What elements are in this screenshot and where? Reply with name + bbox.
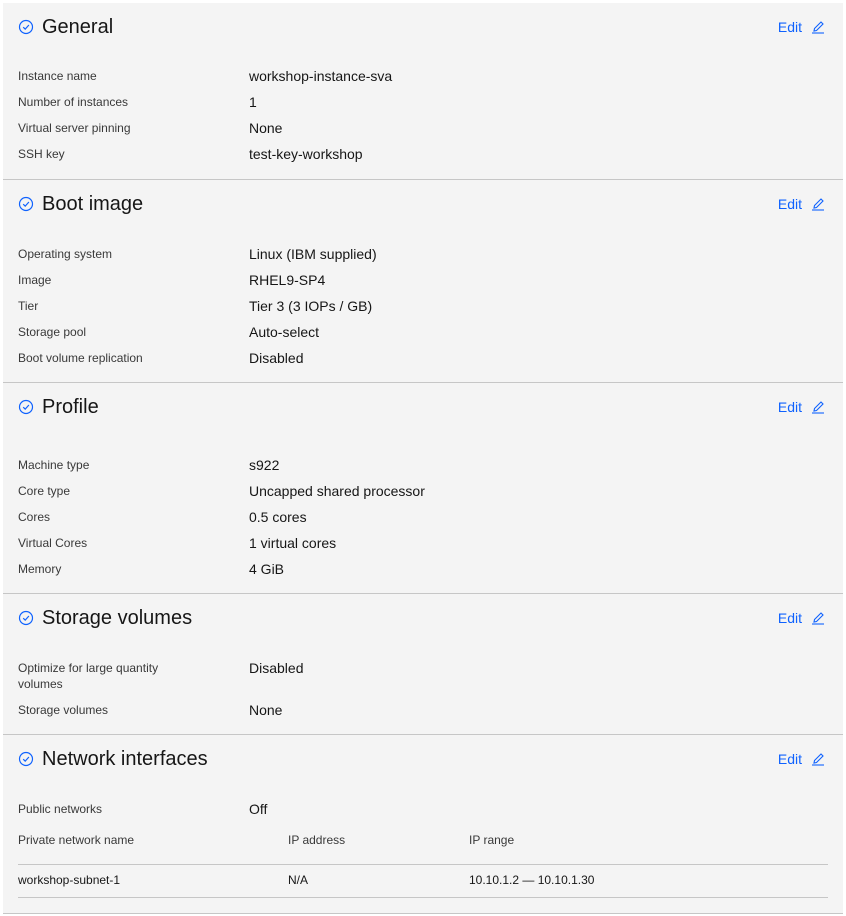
checkmark-outline-icon [18,751,34,767]
edit-label: Edit [777,399,802,415]
detail-value: None [249,120,283,136]
detail-label: Core type [18,484,71,498]
detail-label: Storage pool [18,325,87,339]
checkmark-outline-icon [18,399,34,415]
section-header: Profile [18,383,828,431]
detail-label: Image [18,273,52,287]
detail-value: 0.5 cores [249,509,307,525]
detail-value: Disabled [249,660,304,676]
section-profile: Profile Edit Machine type s922 Core type… [3,383,843,594]
column-header: Private network name [18,833,135,847]
section-header: General [18,3,828,51]
detail-value: Off [249,801,268,817]
detail-value: RHEL9-SP4 [249,272,326,288]
section-header: Network interfaces [18,735,828,783]
detail-label: Public networks [18,802,103,816]
edit-label: Edit [777,19,802,35]
edit-pencil-icon [812,612,824,625]
detail-label: Optimize for large quantity volumes [18,661,159,691]
detail-label: Storage volumes [18,703,109,717]
edit-label: Edit [777,751,802,767]
section-general: General Edit Instance name workshop-inst… [3,3,843,180]
detail-value: Disabled [249,350,304,366]
detail-value: None [249,702,283,718]
table-divider [18,864,828,865]
section-storage-volumes: Storage volumes Edit Optimize for large … [3,594,843,735]
detail-label: Memory [18,562,62,576]
detail-value: Auto-select [249,324,320,340]
section-title: General [42,15,114,38]
detail-label: Operating system [18,247,113,261]
section-title: Network interfaces [42,747,208,770]
detail-value: s922 [249,457,280,473]
section-header: Boot image [18,180,828,228]
detail-value: 1 virtual cores [249,535,337,551]
table-cell: N/A [288,873,309,887]
checkmark-outline-icon [18,19,34,35]
column-header: IP address [288,833,346,847]
edit-network-interfaces-button[interactable]: Edit [778,735,826,783]
section-network-interfaces: Network interfaces Edit Public networks … [3,735,843,914]
detail-label: Machine type [18,458,90,472]
detail-value: 4 GiB [249,561,285,577]
edit-pencil-icon [812,198,824,211]
section-title: Profile [42,395,99,418]
detail-label: Virtual Cores [18,536,88,550]
edit-pencil-icon [812,21,824,34]
edit-profile-button[interactable]: Edit [778,383,826,431]
table-cell: 10.10.1.2 — 10.10.1.30 [469,873,595,887]
edit-label: Edit [777,196,802,212]
detail-value: test-key-workshop [249,146,363,162]
detail-label: SSH key [18,147,65,161]
edit-boot-image-button[interactable]: Edit [778,180,826,228]
detail-label: Cores [18,510,51,524]
detail-label: Instance name [18,69,97,83]
edit-pencil-icon [812,401,824,414]
section-title: Storage volumes [42,606,193,629]
detail-value: workshop-instance-sva [249,68,393,84]
detail-label: Boot volume replication [18,351,143,365]
column-header: IP range [469,833,515,847]
edit-pencil-icon [812,753,824,766]
checkmark-outline-icon [18,196,34,212]
section-title: Boot image [42,192,144,215]
detail-label: Virtual server pinning [18,121,131,135]
section-header: Storage volumes [18,594,828,642]
detail-value: 1 [249,94,257,110]
detail-value: Uncapped shared processor [249,483,425,499]
section-boot-image: Boot image Edit Operating system Linux (… [3,180,843,383]
edit-storage-volumes-button[interactable]: Edit [778,594,826,642]
edit-general-button[interactable]: Edit [778,3,826,51]
detail-label: Number of instances [18,95,129,109]
detail-label: Tier [18,299,39,313]
detail-value: Tier 3 (3 IOPs / GB) [249,298,373,314]
detail-value: Linux (IBM supplied) [249,246,377,262]
table-divider [18,897,828,898]
checkmark-outline-icon [18,610,34,626]
table-cell: workshop-subnet-1 [18,873,121,887]
edit-label: Edit [777,610,802,626]
